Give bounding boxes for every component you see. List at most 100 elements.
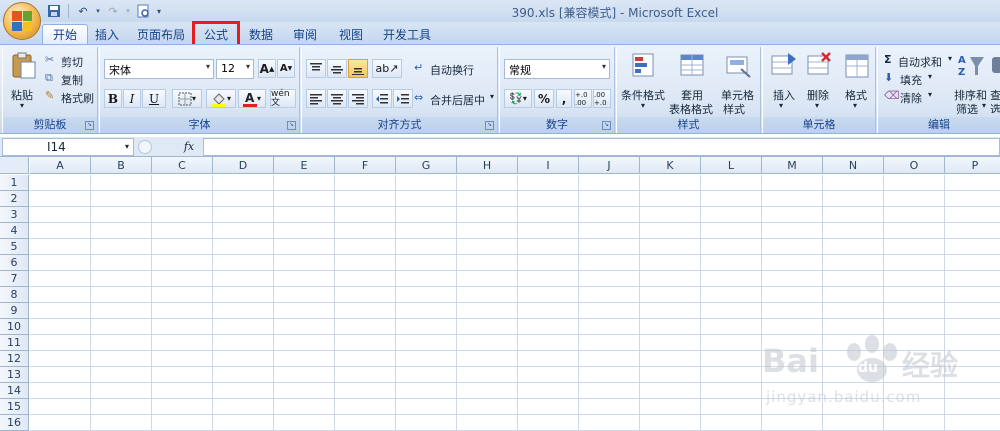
fill-color-button[interactable]: ▾: [206, 89, 236, 108]
tab-home[interactable]: 开始: [42, 24, 88, 44]
column-header-e[interactable]: E: [274, 157, 335, 174]
font-size-combo[interactable]: 12 ▾: [216, 59, 254, 79]
font-color-button[interactable]: A ▾: [238, 89, 266, 108]
column-header-j[interactable]: J: [579, 157, 640, 174]
decrease-decimal-button[interactable]: .00 +.0: [593, 89, 611, 108]
borders-button[interactable]: ▾: [172, 89, 202, 108]
row-header-4[interactable]: 4: [0, 223, 29, 239]
wrap-text-button[interactable]: ↵ 自动换行: [414, 61, 496, 77]
copy-button[interactable]: ⧉ 复制: [45, 71, 95, 87]
chevron-down-icon: ▾: [601, 62, 606, 71]
sort-filter-button[interactable]: AZ 排序和 筛选 ▾: [954, 51, 990, 116]
clipboard-launcher-icon[interactable]: ↘: [85, 121, 94, 130]
number-format-combo[interactable]: 常规 ▾: [504, 59, 610, 79]
font-color-icon: A: [242, 91, 257, 107]
chevron-down-icon: ▾: [853, 101, 858, 110]
tab-view[interactable]: 视图: [334, 24, 368, 44]
cell-styles-icon: [726, 56, 751, 78]
merge-center-button[interactable]: ⇔ 合并后居中 ▾: [414, 91, 498, 107]
column-header-b[interactable]: B: [91, 157, 152, 174]
delete-cells-button[interactable]: 删除 ▾: [801, 51, 837, 113]
bold-button[interactable]: B: [104, 89, 122, 108]
autosum-button[interactable]: Σ 自动求和 ▾: [884, 53, 956, 69]
grow-font-button[interactable]: A ▲: [258, 59, 276, 78]
align-middle-button[interactable]: [327, 59, 347, 78]
row-header-16[interactable]: 16: [0, 415, 29, 431]
underline-button[interactable]: U: [142, 89, 166, 108]
row-header-6[interactable]: 6: [0, 255, 29, 271]
column-header-k[interactable]: K: [640, 157, 701, 174]
increase-indent-button[interactable]: [393, 89, 413, 108]
column-header-n[interactable]: N: [823, 157, 884, 174]
conditional-format-button[interactable]: 条件格式 ▾: [619, 51, 667, 113]
row-header-3[interactable]: 3: [0, 207, 29, 223]
format-painter-button[interactable]: ✎ 格式刷: [45, 89, 97, 105]
number-launcher-icon[interactable]: ↘: [602, 121, 611, 130]
office-logo-icon: [12, 11, 32, 31]
row-header-11[interactable]: 11: [0, 335, 29, 351]
align-left-button[interactable]: [306, 89, 326, 108]
shrink-font-button[interactable]: A ▼: [277, 59, 295, 78]
row-header-7[interactable]: 7: [0, 271, 29, 287]
tab-developer[interactable]: 开发工具: [378, 24, 436, 44]
alignment-launcher-icon[interactable]: ↘: [485, 121, 494, 130]
row-header-9[interactable]: 9: [0, 303, 29, 319]
fill-button[interactable]: ⬇ 填充 ▾: [884, 71, 944, 87]
format-as-table-button[interactable]: 套用 表格格式: [667, 51, 715, 116]
column-header-p[interactable]: P: [945, 157, 1000, 174]
format-cells-button[interactable]: 格式 ▾: [839, 51, 875, 113]
column-header-o[interactable]: O: [884, 157, 945, 174]
align-right-button[interactable]: [348, 89, 368, 108]
clear-button[interactable]: ⌫ 清除 ▾: [884, 89, 944, 105]
column-header-m[interactable]: M: [762, 157, 823, 174]
row-header-1[interactable]: 1: [0, 175, 29, 191]
decrease-indent-button[interactable]: [372, 89, 392, 108]
svg-text:A: A: [245, 91, 255, 105]
paste-button[interactable]: 粘贴 ▾: [7, 51, 39, 113]
column-header-f[interactable]: F: [335, 157, 396, 174]
paintbrush-icon: ✎: [45, 89, 55, 102]
percent-style-button[interactable]: %: [534, 89, 554, 108]
cell-styles-button[interactable]: 单元格 样式: [717, 51, 761, 116]
office-button[interactable]: [3, 2, 41, 40]
column-header-c[interactable]: C: [152, 157, 213, 174]
column-header-h[interactable]: H: [457, 157, 518, 174]
tab-insert[interactable]: 插入: [90, 24, 124, 44]
row-header-12[interactable]: 12: [0, 351, 29, 367]
column-header-d[interactable]: D: [213, 157, 274, 174]
row-header-8[interactable]: 8: [0, 287, 29, 303]
increase-indent-icon: [397, 93, 409, 103]
comma-style-button[interactable]: ,: [556, 89, 572, 108]
align-top-button[interactable]: [306, 59, 326, 78]
insert-function-button[interactable]: fx: [180, 138, 198, 156]
increase-decimal-button[interactable]: +.0 .00: [574, 89, 592, 108]
tab-data[interactable]: 数据: [244, 24, 278, 44]
tab-page-layout[interactable]: 页面布局: [132, 24, 190, 44]
align-bottom-button[interactable]: [348, 59, 368, 78]
column-header-i[interactable]: I: [518, 157, 579, 174]
row-header-10[interactable]: 10: [0, 319, 29, 335]
accounting-format-button[interactable]: 💱 ▾: [504, 89, 532, 108]
row-header-2[interactable]: 2: [0, 191, 29, 207]
align-center-button[interactable]: [327, 89, 347, 108]
tab-review[interactable]: 审阅: [288, 24, 322, 44]
row-header-13[interactable]: 13: [0, 367, 29, 383]
row-header-5[interactable]: 5: [0, 239, 29, 255]
select-all-corner[interactable]: [0, 157, 29, 174]
font-name-combo[interactable]: 宋体 ▾: [104, 59, 214, 79]
orientation-button[interactable]: ab↗: [372, 59, 402, 78]
find-select-button[interactable]: 查 选: [990, 51, 1000, 113]
row-header-14[interactable]: 14: [0, 383, 29, 399]
column-header-l[interactable]: L: [701, 157, 762, 174]
cut-button[interactable]: ✂ 剪切: [45, 53, 95, 69]
column-header-a[interactable]: A: [30, 157, 91, 174]
phonetic-button[interactable]: wén 文: [270, 89, 296, 108]
formula-input[interactable]: [203, 138, 1000, 156]
font-launcher-icon[interactable]: ↘: [287, 121, 296, 130]
row-header-15[interactable]: 15: [0, 399, 29, 415]
insert-cells-button[interactable]: 插入 ▾: [765, 51, 801, 113]
name-box[interactable]: I14 ▾: [2, 138, 134, 156]
italic-button[interactable]: I: [123, 89, 141, 108]
delete-cells-icon: [807, 52, 831, 75]
column-header-g[interactable]: G: [396, 157, 457, 174]
